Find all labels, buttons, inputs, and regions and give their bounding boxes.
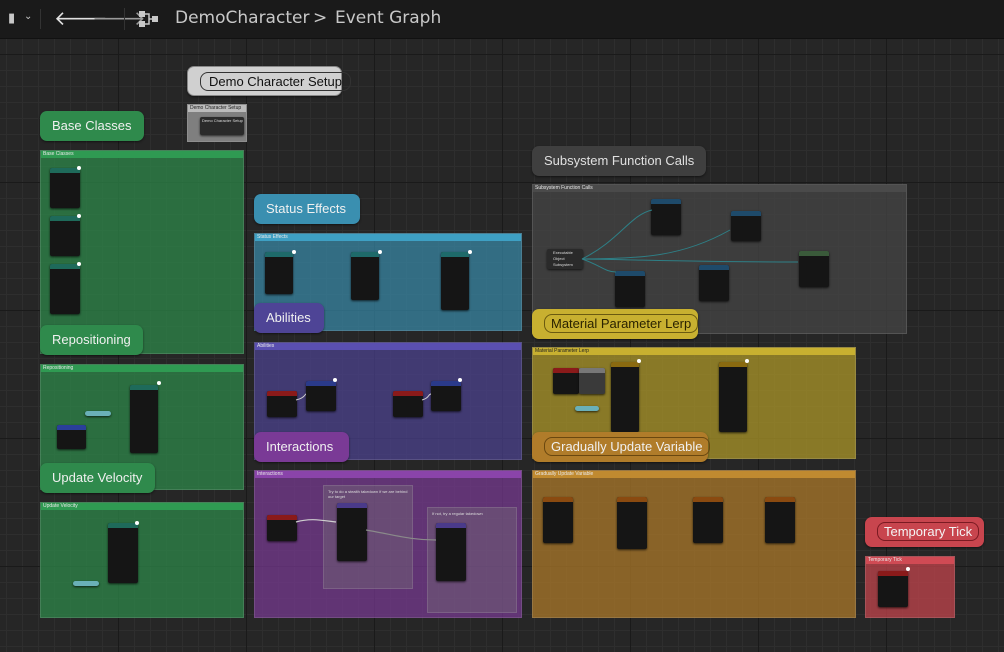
breadcrumb-root[interactable]: DemoCharacter [175, 8, 309, 28]
breadcrumb-current[interactable]: Event Graph [335, 8, 441, 28]
chevron-down-icon: ⌄ [24, 11, 33, 22]
blueprint-graph-canvas[interactable]: Demo Character Setup Demo Character Setu… [0, 0, 1004, 652]
blueprint-graph-icon [138, 9, 160, 33]
graph-toolbar: ▮ ⌄ 🡐 🡒 DemoCharacter > Event Graph [0, 0, 1004, 39]
wire-layer [295, 209, 799, 541]
toolbar-divider [124, 8, 125, 30]
breadcrumb-separator: > [313, 8, 328, 28]
bookmark-button[interactable]: ▮ ⌄ [4, 9, 41, 29]
bookmark-icon: ▮ [8, 11, 16, 26]
